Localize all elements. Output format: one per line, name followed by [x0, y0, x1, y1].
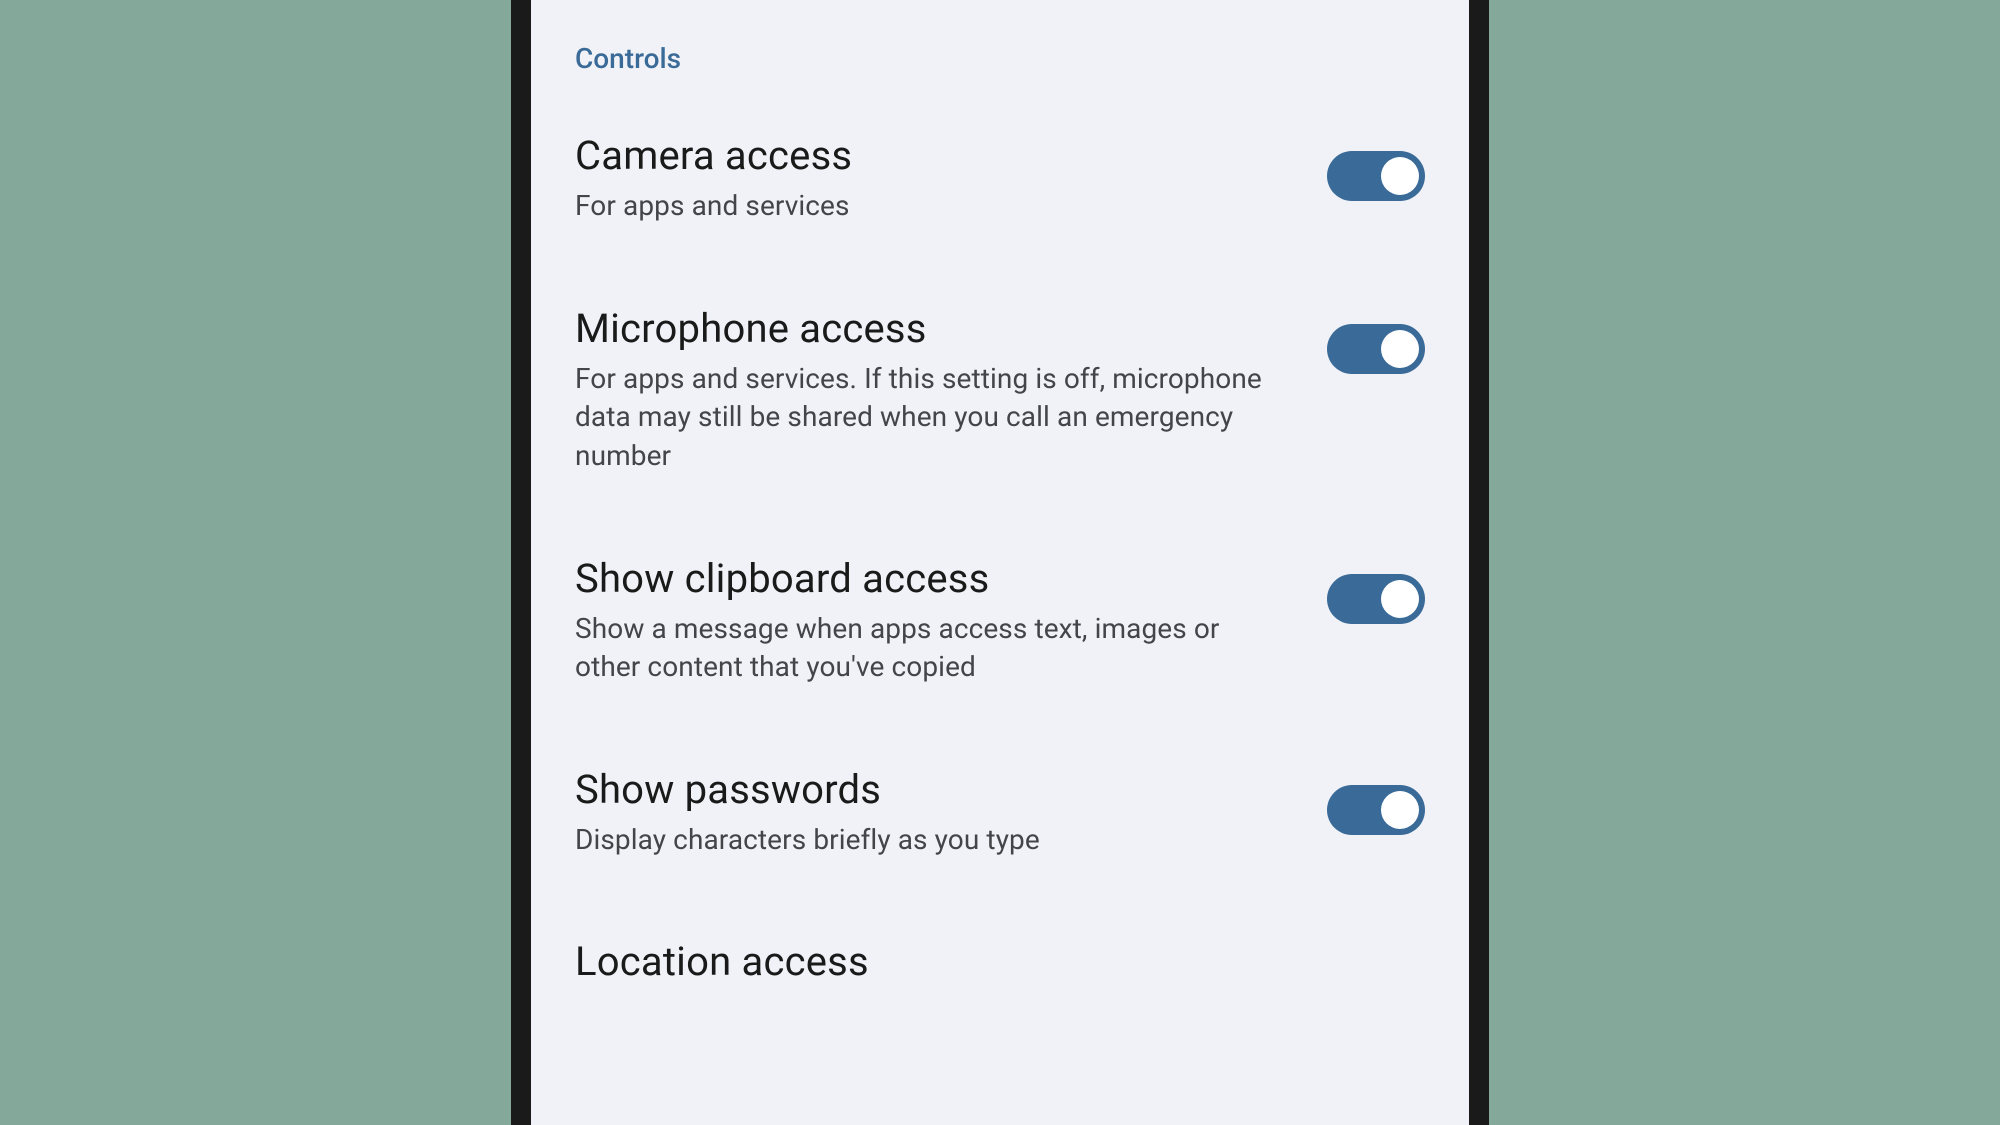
setting-subtitle: Display characters briefly as you type — [575, 821, 1287, 860]
setting-title: Microphone access — [575, 304, 1287, 354]
setting-subtitle: Show a message when apps access text, im… — [575, 610, 1287, 687]
setting-title: Location access — [575, 937, 1385, 987]
setting-title: Show passwords — [575, 765, 1287, 815]
setting-text: Camera access For apps and services — [575, 131, 1327, 226]
microphone-access-toggle[interactable] — [1327, 324, 1425, 374]
setting-text: Show passwords Display characters briefl… — [575, 765, 1327, 860]
toggle-thumb — [1381, 580, 1419, 618]
toggle-thumb — [1381, 791, 1419, 829]
setting-text: Location access — [575, 937, 1425, 993]
setting-text: Microphone access For apps and services.… — [575, 304, 1327, 476]
setting-title: Camera access — [575, 131, 1287, 181]
setting-subtitle: For apps and services. If this setting i… — [575, 360, 1287, 476]
setting-microphone-access[interactable]: Microphone access For apps and services.… — [575, 304, 1425, 476]
clipboard-access-toggle[interactable] — [1327, 574, 1425, 624]
camera-access-toggle[interactable] — [1327, 151, 1425, 201]
toggle-wrapper — [1327, 554, 1425, 624]
setting-text: Show clipboard access Show a message whe… — [575, 554, 1327, 687]
toggle-wrapper — [1327, 304, 1425, 374]
setting-clipboard-access[interactable]: Show clipboard access Show a message whe… — [575, 554, 1425, 687]
setting-location-access[interactable]: Location access — [575, 937, 1425, 993]
toggle-wrapper — [1327, 765, 1425, 835]
settings-screen: Controls Camera access For apps and serv… — [531, 0, 1469, 1125]
toggle-wrapper — [1327, 131, 1425, 201]
section-header: Controls — [575, 42, 1425, 75]
setting-camera-access[interactable]: Camera access For apps and services — [575, 131, 1425, 226]
setting-subtitle: For apps and services — [575, 187, 1287, 226]
setting-title: Show clipboard access — [575, 554, 1287, 604]
toggle-thumb — [1381, 157, 1419, 195]
device-frame: Controls Camera access For apps and serv… — [511, 0, 1489, 1125]
show-passwords-toggle[interactable] — [1327, 785, 1425, 835]
setting-show-passwords[interactable]: Show passwords Display characters briefl… — [575, 765, 1425, 860]
toggle-thumb — [1381, 330, 1419, 368]
